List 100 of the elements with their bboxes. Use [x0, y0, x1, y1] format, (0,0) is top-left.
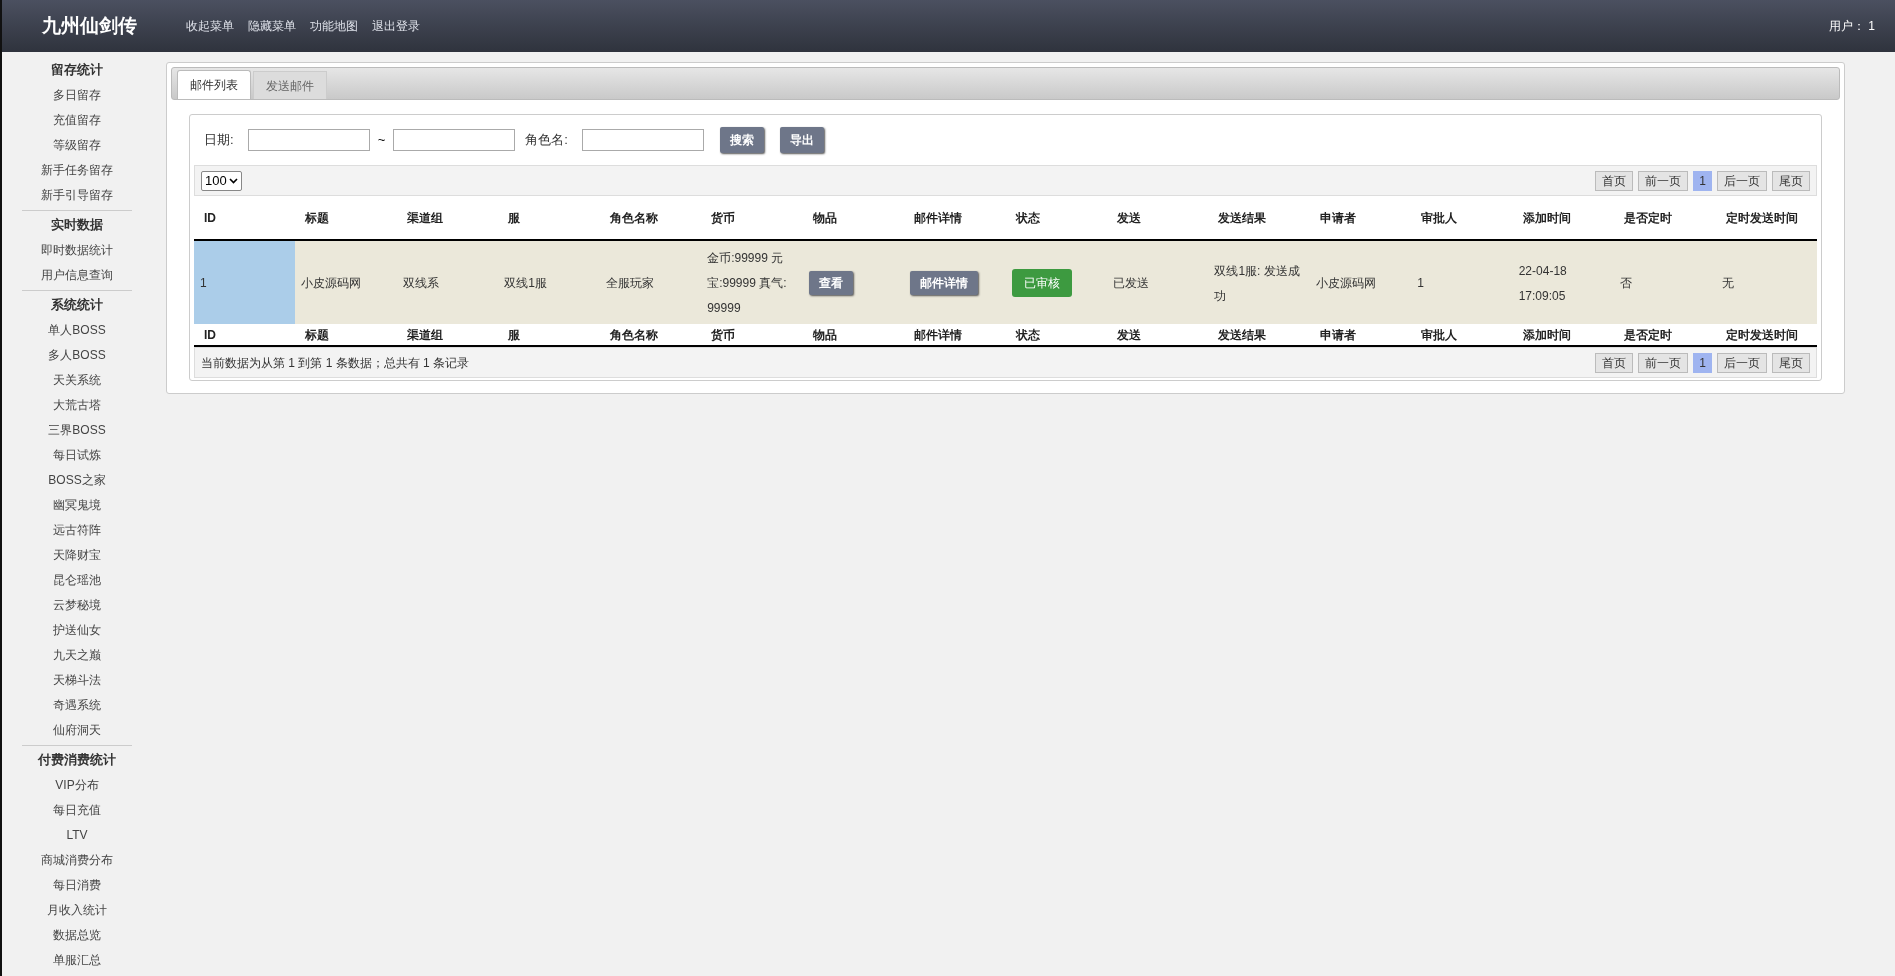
sidebar-item[interactable]: 每日消费: [53, 875, 101, 894]
sidebar-item[interactable]: 充值留存: [53, 110, 101, 129]
role-name-field[interactable]: [581, 129, 704, 151]
sidebar-item[interactable]: 大荒古塔: [53, 395, 101, 414]
pagination-button[interactable]: 1: [1693, 352, 1712, 373]
sidebar-item[interactable]: 用户信息查询: [41, 265, 113, 284]
pagination-button[interactable]: 1: [1693, 170, 1712, 191]
table-cell-text: 小皮源码网: [1315, 276, 1376, 290]
column-header[interactable]: 发送: [1116, 327, 1141, 342]
column-header[interactable]: 货币: [711, 210, 736, 225]
sidebar-item[interactable]: BOSS之家: [48, 470, 106, 489]
sidebar-item[interactable]: 天降财宝: [53, 545, 101, 564]
pagination-button[interactable]: 前一页: [1638, 352, 1689, 373]
column-header[interactable]: 定时发送时间: [1725, 210, 1798, 225]
table-cell-text: 1: [1417, 276, 1424, 290]
table-cell-text: 双线1服: 发送成功: [1214, 263, 1300, 303]
date-label: 日期:: [204, 131, 234, 150]
range-separator: ~: [377, 131, 386, 150]
sidebar-item[interactable]: 天梯斗法: [53, 670, 101, 689]
table-cell-text: 22-04-18 17:09:05: [1518, 263, 1567, 303]
sidebar-item[interactable]: 九天之巅: [53, 645, 101, 664]
column-header[interactable]: 角色名称: [609, 210, 658, 225]
column-header[interactable]: 状态: [1015, 210, 1040, 225]
top-menu-link[interactable]: 收起菜单: [186, 17, 234, 35]
column-header[interactable]: 标题: [305, 210, 330, 225]
table-action-button[interactable]: 邮件详情: [910, 271, 979, 295]
pagination-button[interactable]: 后一页: [1717, 352, 1767, 373]
table-row[interactable]: 1 小皮源码网 双线系 双线1服 全服玩家 金币:99999 元宝:99999 真气: 99999 查看 邮件详情 已审核 已发送 双线1服: 发送成功 小皮源码网 1 22-04-18 17:09:05 否 无: [194, 240, 1817, 324]
column-header[interactable]: 物品: [812, 210, 837, 225]
sidebar-item[interactable]: 月收入统计: [47, 900, 107, 919]
sidebar-item[interactable]: 幽冥鬼境: [53, 495, 101, 514]
pagination-button[interactable]: 前一页: [1638, 170, 1689, 191]
pagination-button[interactable]: 首页: [1595, 352, 1634, 373]
sidebar-group-title: 实时数据: [51, 216, 103, 235]
end-date-field[interactable]: [393, 129, 516, 151]
page-size-select[interactable]: 100: [201, 170, 242, 191]
column-header[interactable]: 审批人: [1421, 210, 1458, 225]
sidebar-item[interactable]: 天关系统: [53, 370, 101, 389]
sidebar-item[interactable]: 新手引导留存: [41, 185, 113, 204]
sidebar-item[interactable]: 单人BOSS: [48, 320, 106, 339]
filter-button[interactable]: 导出: [779, 127, 824, 153]
sidebar-item[interactable]: 三界BOSS: [48, 420, 106, 439]
column-header[interactable]: 添加时间: [1522, 210, 1571, 225]
sidebar-item[interactable]: 仙府洞天: [53, 720, 101, 739]
column-header[interactable]: 发送: [1116, 210, 1141, 225]
column-header[interactable]: 标题: [305, 327, 330, 342]
sidebar-item[interactable]: 多日留存: [53, 85, 101, 104]
column-header[interactable]: 渠道组: [406, 327, 443, 342]
sidebar-group-title: 系统统计: [51, 296, 103, 315]
sidebar-group-title: 付费消费统计: [38, 751, 116, 770]
sidebar-item[interactable]: 昆仑瑶池: [53, 570, 101, 589]
column-header[interactable]: 邮件详情: [914, 210, 963, 225]
column-header[interactable]: 状态: [1015, 327, 1040, 342]
column-header[interactable]: 物品: [812, 327, 837, 342]
tab[interactable]: 发送邮件: [253, 71, 327, 99]
sidebar-item[interactable]: 每日充值: [53, 800, 101, 819]
column-header[interactable]: 申请者: [1319, 210, 1356, 225]
status-badge: 已审核: [1011, 268, 1072, 297]
sidebar-item[interactable]: VIP分布: [55, 775, 99, 794]
column-header[interactable]: ID: [204, 327, 216, 342]
column-header[interactable]: 是否定时: [1624, 210, 1673, 225]
top-menu-link[interactable]: 退出登录: [372, 17, 420, 35]
table-cell-text: 双线1服: [504, 276, 547, 290]
table-cell-text: 无: [1721, 276, 1734, 290]
column-header[interactable]: 发送结果: [1218, 210, 1267, 225]
sidebar-item[interactable]: 远古符阵: [53, 520, 101, 539]
sidebar-item[interactable]: 新手任务留存: [41, 160, 113, 179]
top-menu-link[interactable]: 隐藏菜单: [248, 17, 296, 35]
sidebar-group-title: 留存统计: [51, 61, 103, 80]
top-menu-link[interactable]: 功能地图: [310, 17, 358, 35]
sidebar-item[interactable]: 多人BOSS: [48, 345, 106, 364]
sidebar-item[interactable]: LTV: [66, 825, 88, 844]
sidebar-item[interactable]: 每日试炼: [53, 445, 101, 464]
table-cell-text: 金币:99999 元宝:99999 真气: 99999: [707, 251, 787, 315]
app-title: 九州仙剑传: [42, 13, 138, 38]
column-header[interactable]: 申请者: [1319, 327, 1356, 342]
filter-button[interactable]: 搜索: [719, 127, 764, 153]
pagination-button[interactable]: 后一页: [1717, 170, 1767, 191]
column-header[interactable]: 渠道组: [406, 210, 443, 225]
column-header[interactable]: ID: [204, 210, 216, 225]
column-header[interactable]: 服: [508, 327, 521, 342]
sidebar-item[interactable]: 护送仙女: [53, 620, 101, 639]
tab[interactable]: 邮件列表: [177, 70, 251, 99]
column-header[interactable]: 货币: [711, 327, 736, 342]
sidebar-item[interactable]: 即时数据统计: [41, 240, 113, 259]
sidebar-item[interactable]: 商城消费分布: [41, 850, 113, 869]
start-date-field[interactable]: [247, 129, 370, 151]
table-cell-text: 1: [200, 276, 207, 290]
user-label: 用户： 1: [1829, 18, 1875, 35]
sidebar-item[interactable]: 数据总览: [53, 925, 101, 944]
column-header[interactable]: 审批人: [1421, 327, 1458, 342]
pagination-button[interactable]: 尾页: [1772, 170, 1810, 191]
sidebar-item[interactable]: 单服汇总: [53, 950, 101, 969]
sidebar-item[interactable]: 奇遇系统: [53, 695, 101, 714]
table-action-button[interactable]: 查看: [808, 271, 853, 295]
column-header[interactable]: 服: [508, 210, 521, 225]
pagination-button[interactable]: 尾页: [1772, 352, 1810, 373]
sidebar-item[interactable]: 云梦秘境: [53, 595, 101, 614]
sidebar-item[interactable]: 等级留存: [53, 135, 101, 154]
pagination-button[interactable]: 首页: [1595, 170, 1634, 191]
